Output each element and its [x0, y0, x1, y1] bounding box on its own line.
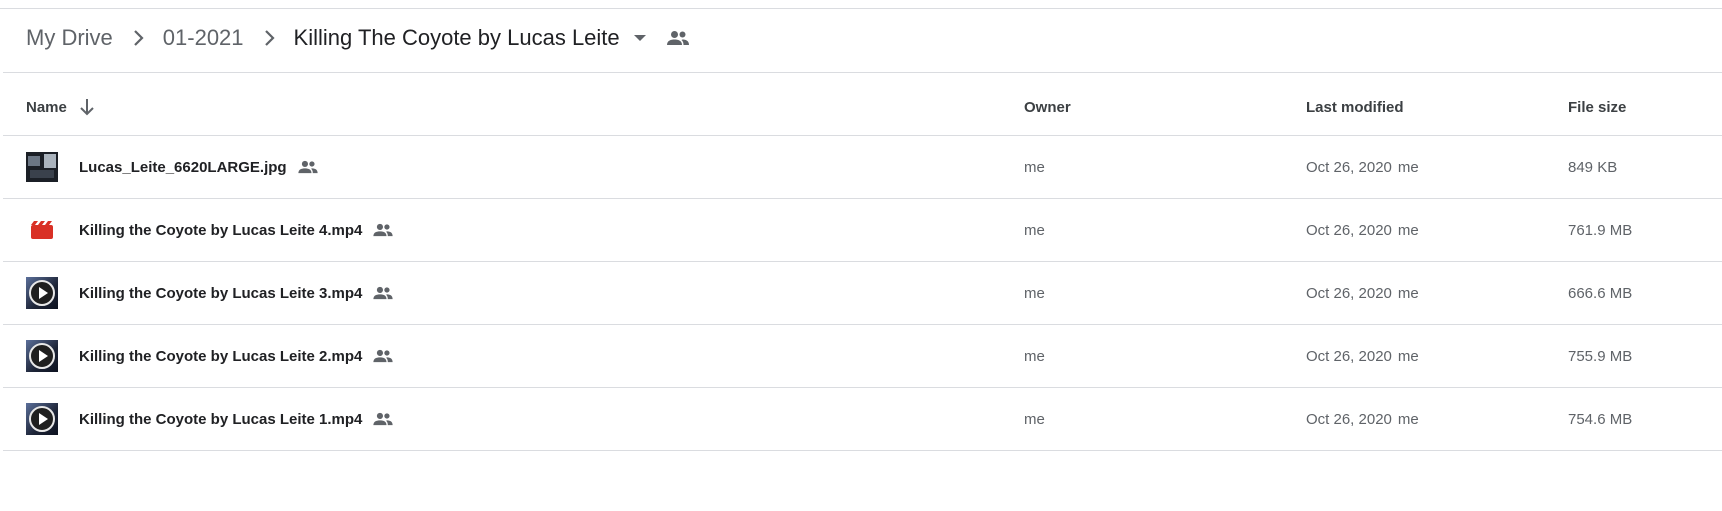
file-last-modified: Oct 26, 2020 me: [1306, 325, 1419, 387]
modified-date: Oct 26, 2020: [1306, 284, 1392, 302]
top-divider: [0, 8, 1722, 9]
shared-icon: [372, 349, 394, 363]
table-row[interactable]: Killing the Coyote by Lucas Leite 4.mp4 …: [3, 199, 1722, 262]
modified-by: me: [1397, 410, 1419, 428]
play-icon: [39, 287, 48, 299]
folder-menu-dropdown-button[interactable]: [624, 22, 656, 54]
header-divider: [3, 72, 1722, 73]
image-thumbnail: [25, 136, 59, 198]
modified-by: me: [1397, 284, 1419, 302]
caret-down-icon: [633, 35, 646, 41]
file-list: Name Owner Last modified File size Lucas…: [3, 78, 1722, 451]
file-last-modified: Oct 26, 2020 me: [1306, 262, 1419, 324]
breadcrumb-folder-01-2021[interactable]: 01-2021: [161, 25, 246, 51]
file-size: 754.6 MB: [1568, 410, 1633, 428]
play-icon: [39, 350, 48, 362]
file-name: Killing the Coyote by Lucas Leite 4.mp4: [79, 221, 363, 239]
file-name: Lucas_Leite_6620LARGE.jpg: [79, 158, 287, 176]
play-icon: [39, 413, 48, 425]
file-owner: me: [1024, 410, 1045, 428]
file-owner: me: [1024, 158, 1045, 176]
shared-icon: [372, 286, 394, 300]
column-header-name-label: Name: [26, 98, 67, 116]
chevron-right-icon: [246, 24, 292, 52]
column-header-last-modified[interactable]: Last modified: [1306, 78, 1404, 136]
file-last-modified: Oct 26, 2020 me: [1306, 388, 1419, 450]
column-header-file-size[interactable]: File size: [1568, 78, 1626, 136]
column-header-name[interactable]: Name: [26, 78, 95, 136]
modified-date: Oct 26, 2020: [1306, 347, 1392, 365]
breadcrumb: My Drive 01-2021 Killing The Coyote by L…: [24, 22, 694, 54]
sort-arrow-down-icon[interactable]: [79, 98, 95, 116]
shared-icon: [372, 412, 394, 426]
table-row[interactable]: Killing the Coyote by Lucas Leite 2.mp4 …: [3, 325, 1722, 388]
file-name: Killing the Coyote by Lucas Leite 1.mp4: [79, 410, 363, 428]
table-row[interactable]: Killing the Coyote by Lucas Leite 3.mp4 …: [3, 262, 1722, 325]
column-header-file-size-label: File size: [1568, 98, 1627, 116]
video-file-icon: [25, 199, 59, 261]
table-row[interactable]: Lucas_Leite_6620LARGE.jpg me Oct 26, 202…: [3, 136, 1722, 199]
column-header-last-modified-label: Last modified: [1306, 98, 1404, 116]
modified-date: Oct 26, 2020: [1306, 410, 1392, 428]
file-last-modified: Oct 26, 2020 me: [1306, 199, 1419, 261]
chevron-right-icon: [115, 24, 161, 52]
modified-by: me: [1397, 347, 1419, 365]
file-size: 755.9 MB: [1568, 347, 1633, 365]
modified-date: Oct 26, 2020: [1306, 221, 1392, 239]
modified-date: Oct 26, 2020: [1306, 158, 1392, 176]
file-name: Killing the Coyote by Lucas Leite 3.mp4: [79, 284, 363, 302]
video-thumbnail: [25, 325, 59, 387]
video-thumbnail: [25, 388, 59, 450]
column-header-owner-label: Owner: [1024, 98, 1071, 116]
file-list-header: Name Owner Last modified File size: [3, 78, 1722, 136]
breadcrumb-current-folder[interactable]: Killing The Coyote by Lucas Leite: [292, 25, 622, 51]
table-row[interactable]: Killing the Coyote by Lucas Leite 1.mp4 …: [3, 388, 1722, 451]
file-name: Killing the Coyote by Lucas Leite 2.mp4: [79, 347, 363, 365]
modified-by: me: [1397, 221, 1419, 239]
file-owner: me: [1024, 284, 1045, 302]
shared-folder-icon: [662, 22, 694, 54]
video-thumbnail: [25, 262, 59, 324]
file-last-modified: Oct 26, 2020 me: [1306, 136, 1419, 198]
file-owner: me: [1024, 347, 1045, 365]
modified-by: me: [1397, 158, 1419, 176]
file-owner: me: [1024, 221, 1045, 239]
shared-icon: [297, 160, 319, 174]
breadcrumb-my-drive[interactable]: My Drive: [24, 25, 115, 51]
file-size: 761.9 MB: [1568, 221, 1633, 239]
file-size: 849 KB: [1568, 158, 1618, 176]
file-size: 666.6 MB: [1568, 284, 1633, 302]
shared-icon: [372, 223, 394, 237]
column-header-owner[interactable]: Owner: [1024, 78, 1071, 136]
